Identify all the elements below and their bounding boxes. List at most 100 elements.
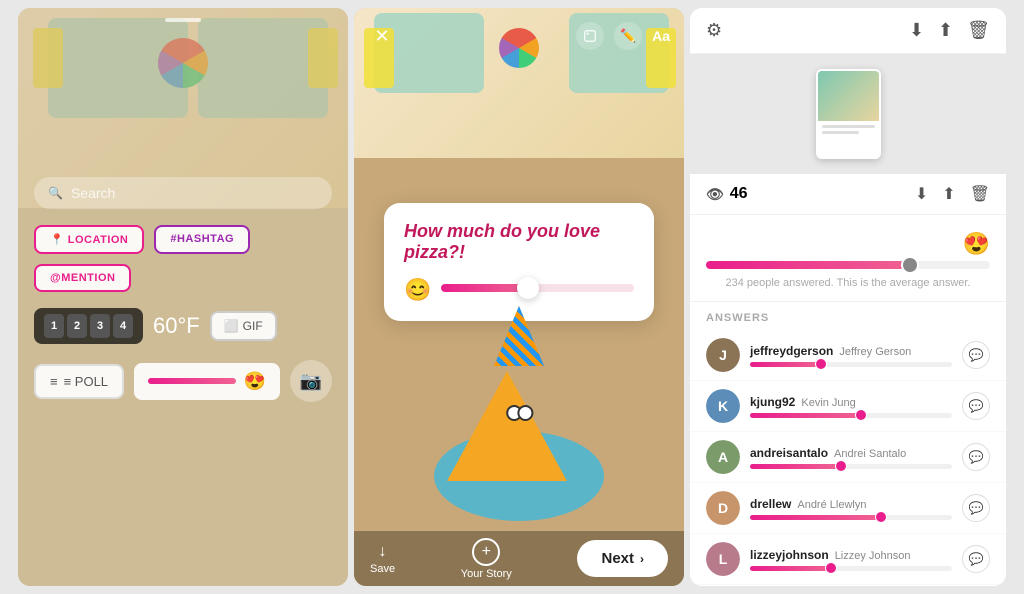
user-avatar: J bbox=[706, 338, 740, 372]
story-slider-fill bbox=[441, 284, 528, 292]
next-chevron-icon: › bbox=[640, 552, 644, 566]
location-sticker[interactable]: 📍 LOCATION bbox=[34, 225, 144, 254]
answer-slider-track bbox=[750, 362, 952, 367]
save-button[interactable]: ↓ Save bbox=[370, 543, 395, 575]
result-emoji: 😍 bbox=[706, 231, 990, 257]
sticker-content: 🔍 Search 📍 LOCATION #HASHTAG @MENTION 1 … bbox=[18, 8, 348, 586]
story-slider-thumb bbox=[517, 277, 539, 299]
answer-row: D drellew André Llewlyn 💬 bbox=[690, 483, 1006, 534]
save-arrow-icon: ↓ bbox=[379, 543, 387, 561]
main-container: 🔍 Search 📍 LOCATION #HASHTAG @MENTION 1 … bbox=[0, 0, 1024, 594]
user-avatar: K bbox=[706, 389, 740, 423]
user-avatar: L bbox=[706, 542, 740, 576]
answer-slider-thumb bbox=[875, 511, 887, 523]
answer-row: L lizzeyjohnson Lizzey Johnson 💬 bbox=[690, 534, 1006, 585]
download-icon[interactable]: ⬇ bbox=[909, 20, 924, 41]
answers-list: J jeffreydgerson Jeffrey Gerson 💬 K kjun… bbox=[690, 330, 1006, 586]
user-info: drellew André Llewlyn bbox=[750, 497, 952, 520]
sticker-categories: 📍 LOCATION #HASHTAG @MENTION bbox=[18, 209, 348, 300]
poll-sticker[interactable]: ≡ ≡ POLL bbox=[34, 364, 124, 399]
display-name: Jeffrey Gerson bbox=[839, 346, 911, 358]
share-icon[interactable]: ⬆ bbox=[938, 20, 953, 41]
next-button[interactable]: Next › bbox=[577, 540, 668, 577]
pizza-character-scene bbox=[419, 311, 619, 521]
reply-button[interactable]: 💬 bbox=[962, 545, 990, 573]
story-thumbnail[interactable] bbox=[816, 69, 881, 159]
reply-button[interactable]: 💬 bbox=[962, 341, 990, 369]
eye-icon: 👁 bbox=[706, 186, 724, 203]
user-names: kjung92 Kevin Jung bbox=[750, 395, 952, 409]
countdown-sticker[interactable]: 1 2 3 4 bbox=[34, 308, 143, 344]
result-fill bbox=[706, 261, 910, 269]
sticker-row-2: 1 2 3 4 60°F ⬜ GIF bbox=[18, 300, 348, 352]
answer-slider-fill bbox=[750, 464, 841, 469]
answer-slider-thumb bbox=[825, 562, 837, 574]
reply-button[interactable]: 💬 bbox=[962, 443, 990, 471]
answer-row: J jeffreydgerson Jeffrey Gerson 💬 bbox=[690, 330, 1006, 381]
user-names: drellew André Llewlyn bbox=[750, 497, 952, 511]
reply-button[interactable]: 💬 bbox=[962, 392, 990, 420]
sticker-row-3: ≡ ≡ POLL 😍 📷 bbox=[18, 352, 348, 410]
draw-icon[interactable]: ✏️ bbox=[614, 22, 642, 50]
username: lizzeyjohnson bbox=[750, 548, 829, 562]
result-track bbox=[706, 261, 990, 269]
drag-handle[interactable] bbox=[18, 8, 348, 32]
username: andreisantalo bbox=[750, 446, 828, 460]
answer-slider-fill bbox=[750, 566, 831, 571]
slider-sticker[interactable]: 😍 bbox=[134, 363, 280, 400]
display-name: Kevin Jung bbox=[801, 397, 855, 409]
answer-slider-fill bbox=[750, 362, 821, 367]
results-header: ⚙ ⬇ ⬆ 🗑 bbox=[690, 8, 1006, 54]
stats-download-icon[interactable]: ⬇ bbox=[915, 184, 928, 204]
user-info: lizzeyjohnson Lizzey Johnson bbox=[750, 548, 952, 571]
sticker-picker-panel: 🔍 Search 📍 LOCATION #HASHTAG @MENTION 1 … bbox=[18, 8, 348, 586]
hashtag-sticker[interactable]: #HASHTAG bbox=[154, 225, 250, 254]
temperature-sticker[interactable]: 60°F bbox=[153, 313, 200, 339]
search-icon: 🔍 bbox=[48, 186, 63, 200]
user-info: jeffreydgerson Jeffrey Gerson bbox=[750, 344, 952, 367]
story-slider-track[interactable] bbox=[441, 284, 634, 292]
digit-4: 4 bbox=[113, 314, 133, 338]
close-button[interactable]: ✕ bbox=[368, 22, 396, 50]
answer-slider-track bbox=[750, 413, 952, 418]
user-info: kjung92 Kevin Jung bbox=[750, 395, 952, 418]
user-names: lizzeyjohnson Lizzey Johnson bbox=[750, 548, 952, 562]
thumbnail-line-2 bbox=[822, 131, 859, 134]
mention-sticker[interactable]: @MENTION bbox=[34, 264, 131, 292]
results-panel: ⚙ ⬇ ⬆ 🗑 👁 46 ⬇ bbox=[690, 8, 1006, 586]
question-text: How much do you love pizza?! bbox=[404, 221, 634, 263]
display-name: Lizzey Johnson bbox=[835, 550, 911, 562]
digit-2: 2 bbox=[67, 314, 87, 338]
answer-row: K kjung92 Kevin Jung 💬 bbox=[690, 381, 1006, 432]
text-tool[interactable]: Aa bbox=[652, 28, 670, 44]
stats-share-icon[interactable]: ⬆ bbox=[942, 184, 955, 204]
plus-circle-icon: + bbox=[472, 538, 500, 566]
answer-slider-thumb bbox=[835, 460, 847, 472]
thumbnail-bottom bbox=[818, 121, 879, 159]
stats-delete-icon[interactable]: 🗑 bbox=[970, 184, 990, 204]
story-preview bbox=[690, 54, 1006, 174]
slider-question-card[interactable]: How much do you love pizza?! 😊 bbox=[384, 203, 654, 321]
your-story-button[interactable]: + Your Story bbox=[461, 538, 512, 580]
top-right-icons: ✏️ Aa bbox=[576, 22, 670, 50]
reply-button[interactable]: 💬 bbox=[962, 494, 990, 522]
camera-button[interactable]: 📷 bbox=[290, 360, 332, 402]
user-names: andreisantalo Andrei Santalo bbox=[750, 446, 952, 460]
display-name: André Llewlyn bbox=[797, 499, 866, 511]
slider-emoji: 😊 bbox=[404, 277, 431, 303]
story-bottom-controls: ↓ Save + Your Story Next › bbox=[354, 531, 684, 586]
answer-slider-track bbox=[750, 515, 952, 520]
sticker-icon[interactable] bbox=[576, 22, 604, 50]
delete-icon[interactable]: 🗑 bbox=[967, 20, 990, 41]
user-avatar: A bbox=[706, 440, 740, 474]
answer-slider-fill bbox=[750, 413, 861, 418]
user-avatar: D bbox=[706, 491, 740, 525]
search-input[interactable]: Search bbox=[71, 185, 115, 201]
thumbnail-top bbox=[818, 71, 879, 121]
slider-result: 😍 234 people answered. This is the avera… bbox=[690, 215, 1006, 302]
username: drellew bbox=[750, 497, 791, 511]
gif-sticker[interactable]: ⬜ GIF bbox=[210, 311, 277, 341]
search-bar[interactable]: 🔍 Search bbox=[34, 177, 332, 209]
settings-icon[interactable]: ⚙ bbox=[706, 20, 722, 41]
slider-track bbox=[148, 378, 236, 384]
